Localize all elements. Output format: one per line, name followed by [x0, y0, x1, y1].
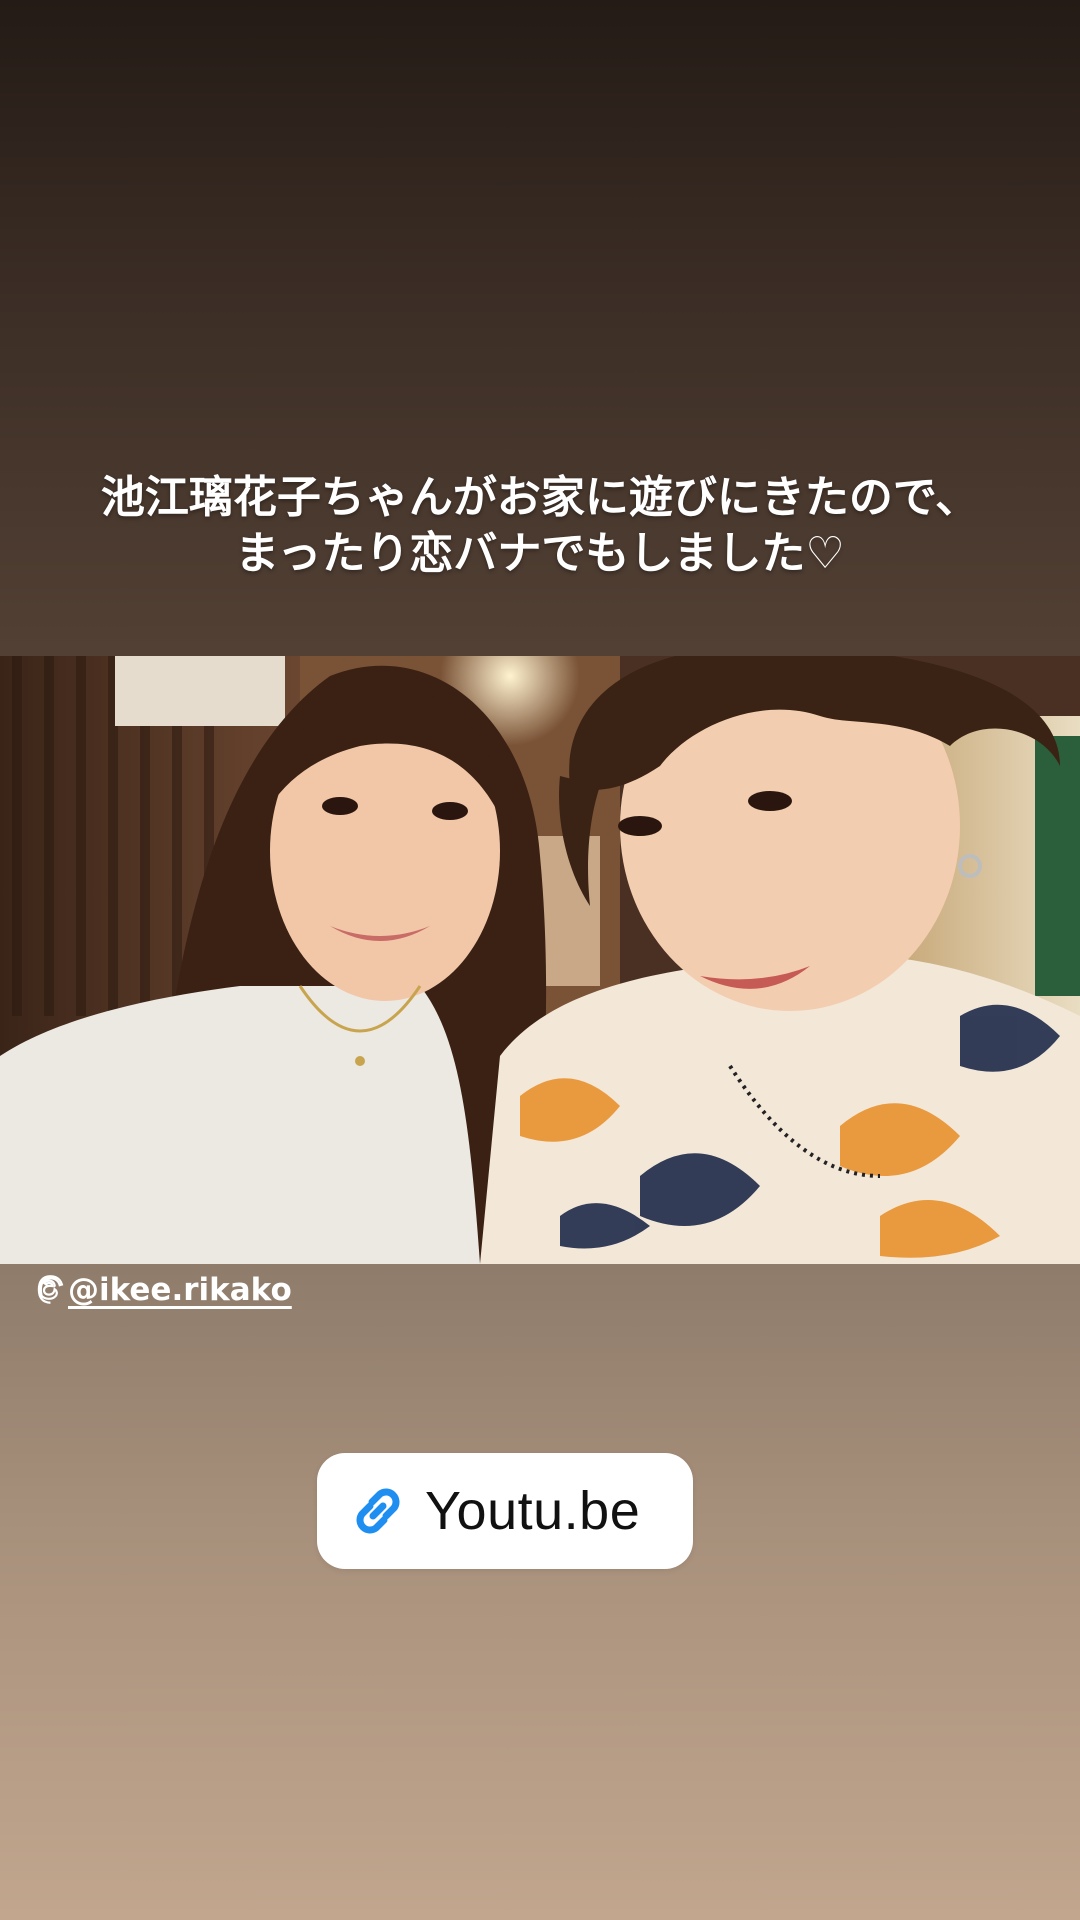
caption-line-2: まったり恋バナでもしました♡ [235, 528, 845, 579]
story-photo [0, 656, 1080, 1264]
threads-icon [36, 1275, 66, 1305]
link-icon [343, 1476, 413, 1546]
caption-line-1: 池江璃花子ちゃんがお家に遊びにきたので、 [100, 472, 980, 523]
story-caption: 池江璃花子ちゃんがお家に遊びにきたので、 まったり恋バナでもしました♡ [60, 470, 1020, 582]
link-label: Youtu.be [425, 1481, 641, 1541]
mention-tag[interactable]: @ikee.rikako [36, 1272, 292, 1308]
photo-illustration [0, 656, 1080, 1264]
mention-text: @ikee.rikako [68, 1272, 292, 1308]
link-sticker[interactable]: Youtu.be [317, 1453, 693, 1569]
